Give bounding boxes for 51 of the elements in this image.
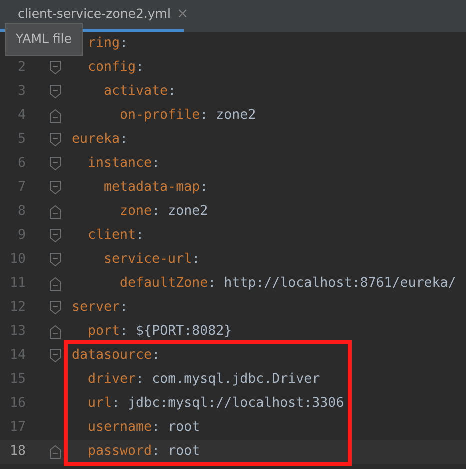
tooltip: YAML file	[5, 23, 83, 56]
code-line: service-url:	[103, 251, 200, 270]
line-number: 9	[18, 228, 26, 244]
code-line: port: ${PORT:8082}	[87, 323, 232, 342]
line-number: 11	[10, 276, 26, 292]
line-number: 5	[18, 132, 26, 148]
code-line: driver: com.mysql.jdbc.Driver	[87, 371, 320, 390]
line-number: 15	[10, 372, 26, 388]
line-number: 3	[18, 84, 26, 100]
fold-icon[interactable]	[50, 181, 60, 195]
fold-icon[interactable]	[50, 133, 60, 147]
line-number: 18	[10, 444, 26, 460]
code-line: password: root	[87, 443, 200, 462]
line-number: 17	[10, 420, 26, 436]
code-line: on-profile: zone2	[119, 107, 256, 126]
line-number: 14	[10, 348, 26, 364]
fold-icon[interactable]	[50, 229, 60, 243]
line-number: 16	[10, 396, 26, 412]
tab-title: client-service-zone2.yml	[18, 5, 171, 24]
line-number: 10	[10, 252, 26, 268]
code-line: activate:	[103, 83, 176, 102]
fold-icon[interactable]	[50, 61, 60, 75]
code-line: config:	[87, 59, 144, 78]
code-line: defaultZone: http://localhost:8761/eureka/	[119, 275, 456, 294]
line-number: 13	[10, 324, 26, 340]
code-line: username: root	[87, 419, 200, 438]
line-number: 12	[10, 300, 26, 316]
code-line: server:	[72, 299, 128, 318]
code-line: metadata-map:	[103, 179, 208, 198]
fold-icon[interactable]	[50, 301, 60, 315]
code-line: instance:	[87, 155, 160, 174]
fold-icon[interactable]	[50, 205, 60, 219]
code-line: ring:	[87, 35, 128, 54]
code-line: url: jdbc:mysql://localhost:3306	[87, 395, 344, 414]
code-line: zone: zone2	[119, 203, 208, 222]
fold-icon[interactable]	[50, 253, 60, 267]
fold-icon[interactable]	[50, 277, 60, 291]
code-line: eureka:	[72, 131, 128, 150]
line-number: 7	[18, 180, 26, 196]
fold-icon[interactable]	[50, 157, 60, 171]
fold-icon[interactable]	[50, 349, 60, 363]
line-number: 2	[18, 60, 26, 76]
code-line: datasource:	[72, 347, 160, 366]
line-number: 4	[18, 108, 26, 124]
line-number: 6	[18, 156, 26, 172]
fold-icon[interactable]	[50, 445, 60, 459]
code-line: client:	[87, 227, 144, 246]
fold-icon[interactable]	[50, 85, 60, 99]
line-number: 8	[18, 204, 26, 220]
fold-icon[interactable]	[50, 325, 60, 339]
fold-icon[interactable]	[50, 109, 60, 123]
